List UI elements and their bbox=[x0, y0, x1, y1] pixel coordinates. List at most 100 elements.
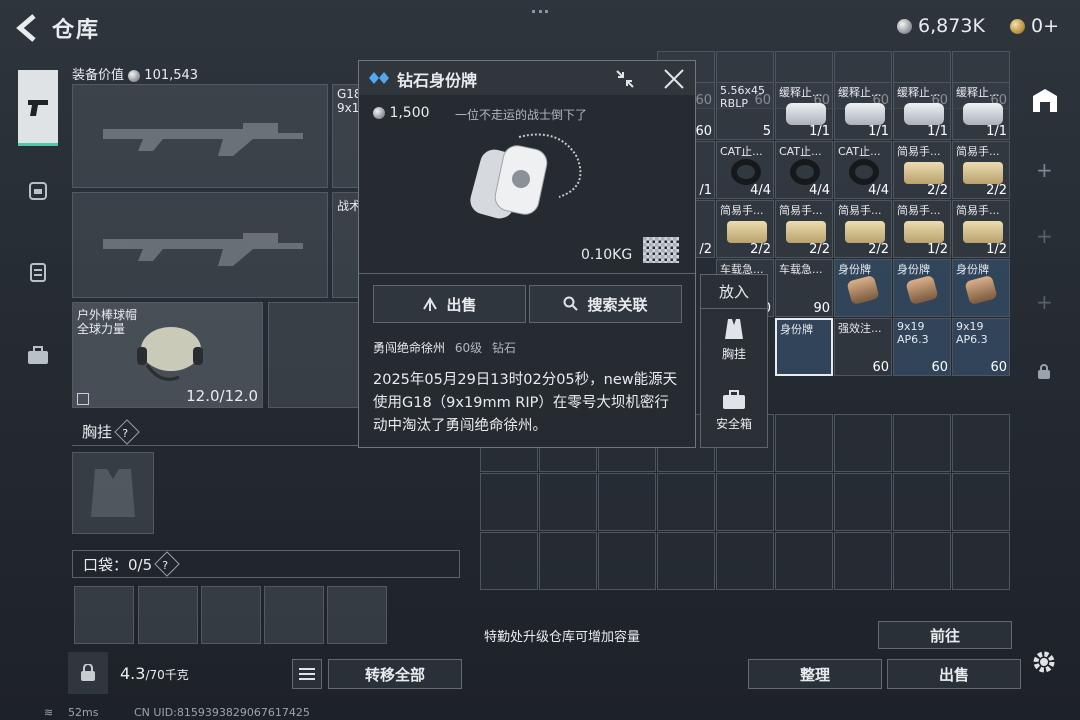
help-icon[interactable]: ? bbox=[114, 418, 140, 445]
close-icon[interactable] bbox=[663, 68, 685, 90]
empty-cell[interactable] bbox=[657, 532, 715, 590]
transfer-all-button[interactable]: 转移全部 bbox=[328, 659, 462, 689]
nav-weapons[interactable] bbox=[18, 70, 58, 146]
storage-item[interactable]: 5.56x45 RBLP 5 bbox=[716, 82, 774, 140]
empty-cell[interactable] bbox=[480, 532, 538, 590]
warehouse-tab-icon[interactable] bbox=[1030, 86, 1060, 116]
pocket-slot[interactable] bbox=[138, 586, 198, 644]
pouch-icon bbox=[963, 221, 1003, 243]
storage-item[interactable]: 简易手... 2/2 bbox=[893, 141, 951, 199]
empty-cell[interactable] bbox=[775, 532, 833, 590]
storage-item[interactable]: 身份牌 bbox=[834, 259, 892, 317]
empty-cell[interactable] bbox=[834, 532, 892, 590]
goto-button[interactable]: 前往 bbox=[878, 621, 1012, 649]
second-weapon-slot[interactable] bbox=[72, 192, 328, 298]
pocket-slot[interactable] bbox=[201, 586, 261, 644]
empty-cell[interactable] bbox=[775, 414, 833, 472]
settings-gear-icon[interactable] bbox=[1032, 650, 1056, 678]
item-count: /1 bbox=[699, 183, 712, 198]
put-in-chest-option[interactable]: 胸挂 bbox=[701, 317, 767, 377]
sell-button[interactable]: 出售 bbox=[373, 285, 526, 323]
pocket-slot[interactable] bbox=[264, 586, 324, 644]
add-tab-icon[interactable]: + bbox=[1036, 158, 1053, 182]
back-arrow-icon[interactable] bbox=[14, 14, 38, 42]
storage-item[interactable]: 简易手... 1/2 bbox=[952, 200, 1010, 258]
empty-cell[interactable] bbox=[893, 414, 951, 472]
cap-headset-icon bbox=[137, 327, 203, 381]
storage-item[interactable]: 9x19 AP6.3 60 bbox=[893, 318, 951, 376]
storage-item[interactable]: 强效注... 60 bbox=[834, 318, 892, 376]
storage-item[interactable]: 缓释止... 1/1 bbox=[775, 82, 833, 140]
lock-tab-icon[interactable] bbox=[1037, 364, 1051, 384]
storage-item[interactable]: 身份牌 bbox=[775, 318, 833, 376]
put-in-safe-option[interactable]: 安全箱 bbox=[701, 389, 767, 449]
storage-item[interactable]: 车载急... 90 bbox=[775, 259, 833, 317]
list-view-icon[interactable] bbox=[292, 659, 322, 689]
storage-item[interactable]: CAT止... 4/4 bbox=[834, 141, 892, 199]
empty-cell[interactable] bbox=[834, 473, 892, 531]
pocket-slot[interactable] bbox=[74, 586, 134, 644]
kill-record-text: 2025年05月29日13时02分05秒，new能源天使用G18（9x19mm … bbox=[373, 372, 678, 434]
empty-cell[interactable] bbox=[598, 532, 656, 590]
primary-weapon-slot[interactable] bbox=[72, 84, 328, 188]
storage-item[interactable]: 简易手... 2/2 bbox=[952, 141, 1010, 199]
empty-cell[interactable] bbox=[893, 532, 951, 590]
weight-value: 4.3 bbox=[120, 664, 146, 683]
collapse-icon[interactable] bbox=[615, 69, 635, 89]
divider bbox=[359, 273, 695, 274]
storage-item[interactable]: 缓释止... 1/1 bbox=[952, 82, 1010, 140]
storage-item[interactable]: 身份牌 bbox=[952, 259, 1010, 317]
item-name: 身份牌 bbox=[780, 323, 813, 336]
empty-cell[interactable] bbox=[952, 532, 1010, 590]
empty-cell[interactable] bbox=[539, 532, 597, 590]
storage-item[interactable]: 简易手... 2/2 bbox=[775, 200, 833, 258]
empty-cell[interactable] bbox=[480, 473, 538, 531]
help-icon[interactable]: ? bbox=[154, 551, 180, 577]
storage-item[interactable]: 缓释止... 1/1 bbox=[893, 82, 951, 140]
storage-item[interactable]: 缓释止... 1/1 bbox=[834, 82, 892, 140]
empty-cell[interactable] bbox=[716, 532, 774, 590]
nav-case[interactable] bbox=[18, 326, 58, 386]
band-icon bbox=[849, 159, 879, 185]
equipment-value-label: 装备价值 bbox=[72, 68, 125, 83]
storage-item[interactable]: 简易手... 1/2 bbox=[893, 200, 951, 258]
ticket-balance[interactable]: 0+ bbox=[1010, 15, 1059, 37]
add-tab-icon[interactable]: + bbox=[1036, 290, 1053, 314]
pouch-icon bbox=[727, 221, 767, 243]
item-name: 5.56x45 bbox=[720, 84, 765, 97]
item-name: 简易手... bbox=[720, 204, 764, 217]
storage-item[interactable]: 简易手... 2/2 bbox=[834, 200, 892, 258]
item-name: CAT止... bbox=[838, 145, 881, 158]
chest-rig-header: 胸挂 ? bbox=[72, 418, 360, 446]
sell-icon bbox=[423, 297, 438, 311]
empty-cell[interactable] bbox=[598, 473, 656, 531]
helmet-slot[interactable]: 户外棒球帽 全球力量 12.0/12.0 bbox=[72, 302, 263, 408]
empty-cell[interactable] bbox=[657, 473, 715, 531]
empty-cell[interactable] bbox=[893, 473, 951, 531]
storage-item[interactable]: 9x19 AP6.3 60 bbox=[952, 318, 1010, 376]
item-count: 5 bbox=[762, 124, 771, 139]
sell-bottom-button[interactable]: 出售 bbox=[887, 659, 1021, 689]
locked-mark-icon bbox=[77, 393, 89, 405]
backpack-icon bbox=[29, 182, 47, 200]
search-related-button[interactable]: 搜索关联 bbox=[529, 285, 682, 323]
empty-cell[interactable] bbox=[834, 414, 892, 472]
empty-cell[interactable] bbox=[539, 473, 597, 531]
armor-slot[interactable] bbox=[268, 302, 360, 408]
nav-vest[interactable] bbox=[18, 242, 58, 302]
weight-lock-icon[interactable] bbox=[68, 652, 108, 694]
empty-cell[interactable] bbox=[775, 473, 833, 531]
add-tab-icon[interactable]: + bbox=[1036, 224, 1053, 248]
pocket-slot[interactable] bbox=[327, 586, 387, 644]
empty-cell[interactable] bbox=[952, 473, 1010, 531]
storage-item[interactable]: 身份牌 bbox=[893, 259, 951, 317]
storage-item[interactable]: CAT止... 4/4 bbox=[716, 141, 774, 199]
nav-backpack[interactable] bbox=[18, 160, 58, 220]
empty-cell[interactable] bbox=[716, 473, 774, 531]
storage-item[interactable]: CAT止... 4/4 bbox=[775, 141, 833, 199]
storage-item[interactable]: 简易手... 2/2 bbox=[716, 200, 774, 258]
organize-button[interactable]: 整理 bbox=[748, 659, 882, 689]
chest-rig-slot[interactable] bbox=[72, 452, 154, 534]
wifi-icon: ≋ bbox=[44, 706, 54, 719]
empty-cell[interactable] bbox=[952, 414, 1010, 472]
